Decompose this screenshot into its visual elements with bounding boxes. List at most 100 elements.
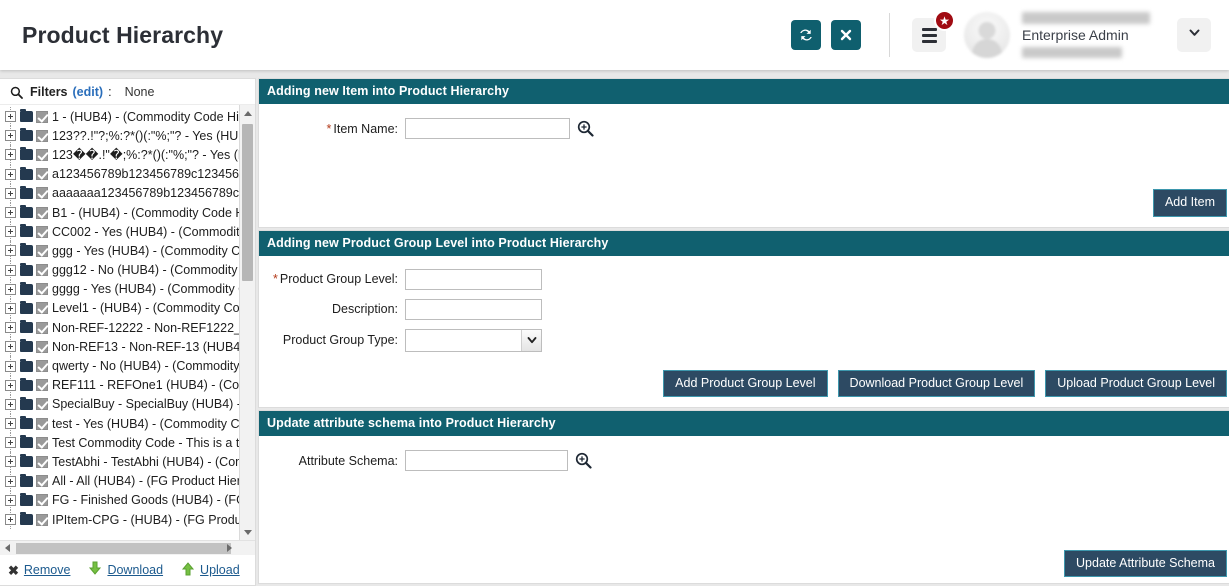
tree-item-checkbox[interactable] (36, 244, 48, 257)
remove-action[interactable]: ✖ Remove (8, 563, 70, 577)
tree-row[interactable]: All - All (HUB4) - (FG Product Hierarch (0, 471, 239, 491)
expand-plus-icon[interactable] (5, 283, 16, 295)
scroll-down-arrow[interactable] (240, 524, 255, 540)
tree-row[interactable]: B1 - (HUB4) - (Commodity Code Hier (0, 202, 239, 223)
expand-plus-icon[interactable] (5, 264, 16, 276)
upload-action[interactable]: Upload (181, 561, 240, 579)
tree-row[interactable]: Non-REF13 - Non-REF-13 (HUB4) - (C (0, 337, 239, 357)
attribute-schema-input[interactable] (405, 450, 568, 471)
expand-plus-icon[interactable] (5, 149, 16, 161)
expand-plus-icon[interactable] (5, 187, 16, 199)
tree-row[interactable]: Non-REF-12222 - Non-REF1222_Code (0, 318, 239, 338)
magnifier-lookup-icon (577, 120, 594, 137)
tree-item-checkbox[interactable] (36, 398, 48, 411)
tree-item-checkbox[interactable] (36, 187, 48, 200)
expand-plus-icon[interactable] (5, 494, 16, 506)
add-product-group-level-button[interactable]: Add Product Group Level (663, 369, 828, 397)
refresh-button[interactable] (791, 20, 821, 50)
expand-plus-icon[interactable] (5, 226, 16, 238)
tree-item-checkbox[interactable] (36, 302, 48, 315)
tree-item-checkbox[interactable] (36, 206, 48, 219)
tree-item-checkbox[interactable] (36, 379, 48, 392)
expand-plus-icon[interactable] (5, 418, 16, 430)
tree-item-label: ggg12 - No (HUB4) - (Commodity Cod (52, 263, 239, 278)
tree-item-checkbox[interactable] (36, 264, 48, 277)
tree-row[interactable]: 123??.!"?;%:?*()(:"%;"? - Yes (HUB4) - ( (0, 126, 239, 146)
expand-plus-icon[interactable] (5, 514, 16, 526)
vertical-scroll-thumb[interactable] (242, 124, 253, 281)
download-product-group-level-button[interactable]: Download Product Group Level (837, 369, 1036, 397)
upload-product-group-level-button[interactable]: Upload Product Group Level (1045, 369, 1227, 397)
tree-row[interactable]: gggg - Yes (HUB4) - (Commodity Cod (0, 279, 239, 300)
tree-row[interactable]: IPItem-CPG - (HUB4) - (FG Product Hi (0, 509, 239, 530)
scroll-left-arrow[interactable] (0, 541, 15, 556)
filters-label: Filters (30, 85, 68, 99)
scroll-right-arrow[interactable] (222, 541, 237, 556)
tree-item-checkbox[interactable] (36, 455, 48, 468)
user-menu-button[interactable] (1177, 18, 1211, 52)
tree-item-checkbox[interactable] (36, 340, 48, 353)
tree-row[interactable]: 123��.!"�;%:?*()(:"%;"? - Yes (HUB4 (0, 145, 239, 165)
tree-row[interactable]: FG - Finished Goods (HUB4) - (FG Pro (0, 490, 239, 511)
download-action[interactable]: Download (88, 561, 163, 579)
expand-plus-icon[interactable] (5, 207, 16, 219)
expand-plus-icon[interactable] (5, 456, 16, 468)
tree-row[interactable]: ggg12 - No (HUB4) - (Commodity Cod (0, 260, 239, 280)
expand-plus-icon[interactable] (5, 341, 16, 353)
product-group-type-row: Product Group Type: (259, 328, 1229, 352)
tree-item-checkbox[interactable] (36, 321, 48, 334)
expand-plus-icon[interactable] (5, 379, 16, 391)
tree-item-checkbox[interactable] (36, 148, 48, 161)
expand-plus-icon[interactable] (5, 111, 16, 123)
tree-row[interactable]: REF111 - REFOne1 (HUB4) - (Commo (0, 375, 239, 396)
close-button[interactable] (831, 20, 861, 50)
expand-plus-icon[interactable] (5, 302, 16, 314)
expand-plus-icon[interactable] (5, 168, 16, 180)
product-group-level-input[interactable] (405, 268, 542, 290)
product-group-type-select[interactable] (405, 328, 542, 352)
tree-item-checkbox[interactable] (36, 129, 48, 142)
tree-row[interactable]: 1 - (HUB4) - (Commodity Code Hierar (0, 107, 239, 127)
description-input[interactable] (405, 298, 542, 320)
scroll-up-arrow[interactable] (240, 105, 255, 121)
tree-item-checkbox[interactable] (36, 494, 48, 507)
filters-edit-link[interactable]: (edit) (73, 85, 104, 99)
expand-plus-icon[interactable] (5, 322, 16, 334)
tree-item-checkbox[interactable] (36, 360, 48, 373)
attribute-schema-lookup-button[interactable] (575, 452, 592, 469)
tree-item-checkbox[interactable] (36, 513, 48, 526)
expand-plus-icon[interactable] (5, 437, 16, 449)
tree-item-checkbox[interactable] (36, 225, 48, 238)
update-attribute-schema-button[interactable]: Update Attribute Schema (1064, 549, 1227, 577)
tree-row[interactable]: aaaaaaa123456789b123456789c123 (0, 183, 239, 204)
add-item-card: Adding new Item into Product Hierarchy *… (258, 78, 1229, 228)
tree-row[interactable]: ggg - Yes (HUB4) - (Commodity Code (0, 241, 239, 261)
tree-row[interactable]: Level1 - (HUB4) - (Commodity Code H (0, 298, 239, 319)
horizontal-scroll-thumb[interactable] (16, 543, 231, 554)
tree-item-checkbox[interactable] (36, 110, 48, 123)
add-item-button[interactable]: Add Item (1152, 189, 1227, 217)
tree-row[interactable]: TestAbhi - TestAbhi (HUB4) - (Commo (0, 452, 239, 472)
item-name-input[interactable] (405, 118, 570, 139)
tree-item-checkbox[interactable] (36, 283, 48, 296)
expand-plus-icon[interactable] (5, 398, 16, 410)
tree-item-checkbox[interactable] (36, 436, 48, 449)
item-name-lookup-button[interactable] (577, 120, 594, 137)
expand-plus-icon[interactable] (5, 245, 16, 257)
expand-plus-icon[interactable] (5, 130, 16, 142)
user-name-redacted (1022, 12, 1150, 24)
tree-row[interactable]: Test Commodity Code - This is a test (0, 433, 239, 453)
expand-plus-icon[interactable] (5, 360, 16, 372)
tree-row[interactable]: SpecialBuy - SpecialBuy (HUB4) - (Co (0, 394, 239, 415)
tree-row[interactable]: CC002 - Yes (HUB4) - (Commodity Co (0, 222, 239, 242)
tree-vertical-scrollbar[interactable] (239, 105, 255, 540)
tree-row[interactable]: a123456789b123456789c123456789 (0, 164, 239, 184)
expand-plus-icon[interactable] (5, 475, 16, 487)
tree-row[interactable]: qwerty - No (HUB4) - (Commodity Co (0, 356, 239, 376)
folder-icon (20, 243, 33, 257)
tree-row[interactable]: test - Yes (HUB4) - (Commodity Code (0, 414, 239, 434)
tree-item-checkbox[interactable] (36, 417, 48, 430)
tree-horizontal-scrollbar[interactable] (0, 540, 255, 555)
tree-item-checkbox[interactable] (36, 475, 48, 488)
tree-item-checkbox[interactable] (36, 168, 48, 181)
